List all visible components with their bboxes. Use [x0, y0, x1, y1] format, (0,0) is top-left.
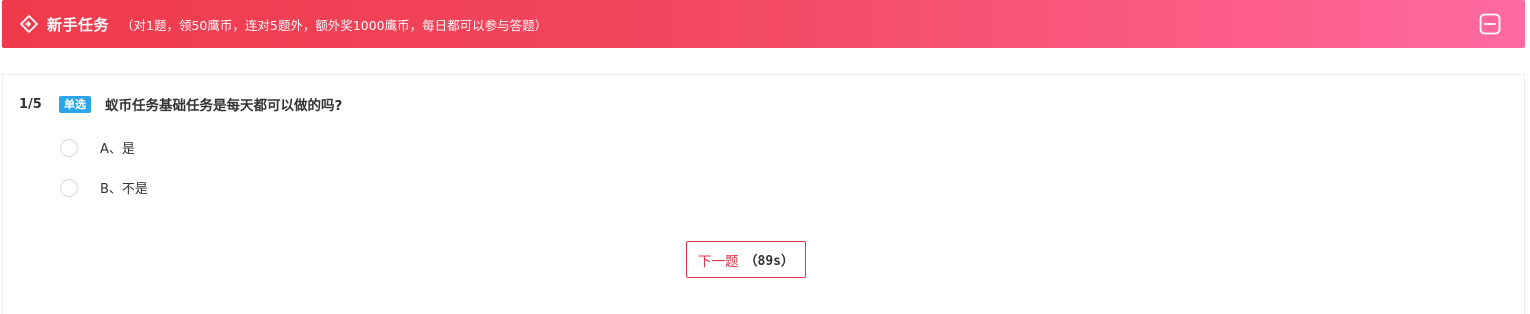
question-progress: 1/5 [19, 96, 42, 112]
option-a-radio[interactable] [60, 138, 78, 157]
next-question-label: 下一题 [698, 253, 739, 270]
option-b[interactable]: B、不是 [60, 178, 148, 197]
header-title: 新手任务 [47, 15, 110, 34]
option-b-radio[interactable] [60, 178, 78, 197]
header-subtitle: （对1题，领50鹰币，连对5题外，额外奖1000鹰币，每日都可以参与答题） [121, 17, 548, 33]
question-type-badge: 单选 [59, 95, 91, 113]
next-question-button[interactable]: 下一题 （89s） [686, 241, 806, 278]
option-a-label[interactable]: A、是 [100, 138, 135, 157]
diamond-arrow-icon [19, 14, 39, 34]
option-b-label[interactable]: B、不是 [100, 178, 148, 197]
countdown-timer: （89s） [744, 254, 794, 269]
question-text: 蚁币任务基础任务是每天都可以做的吗? [105, 98, 343, 114]
question-card: 1/5 单选 蚁币任务基础任务是每天都可以做的吗? A、是 B、不是 下一题 （… [2, 74, 1525, 314]
task-header: 新手任务 （对1题，领50鹰币，连对5题外，额外奖1000鹰币，每日都可以参与答… [2, 0, 1525, 48]
minus-square-icon[interactable] [1479, 13, 1501, 35]
option-a[interactable]: A、是 [60, 138, 135, 157]
question-row: 1/5 单选 蚁币任务基础任务是每天都可以做的吗? [19, 95, 343, 114]
